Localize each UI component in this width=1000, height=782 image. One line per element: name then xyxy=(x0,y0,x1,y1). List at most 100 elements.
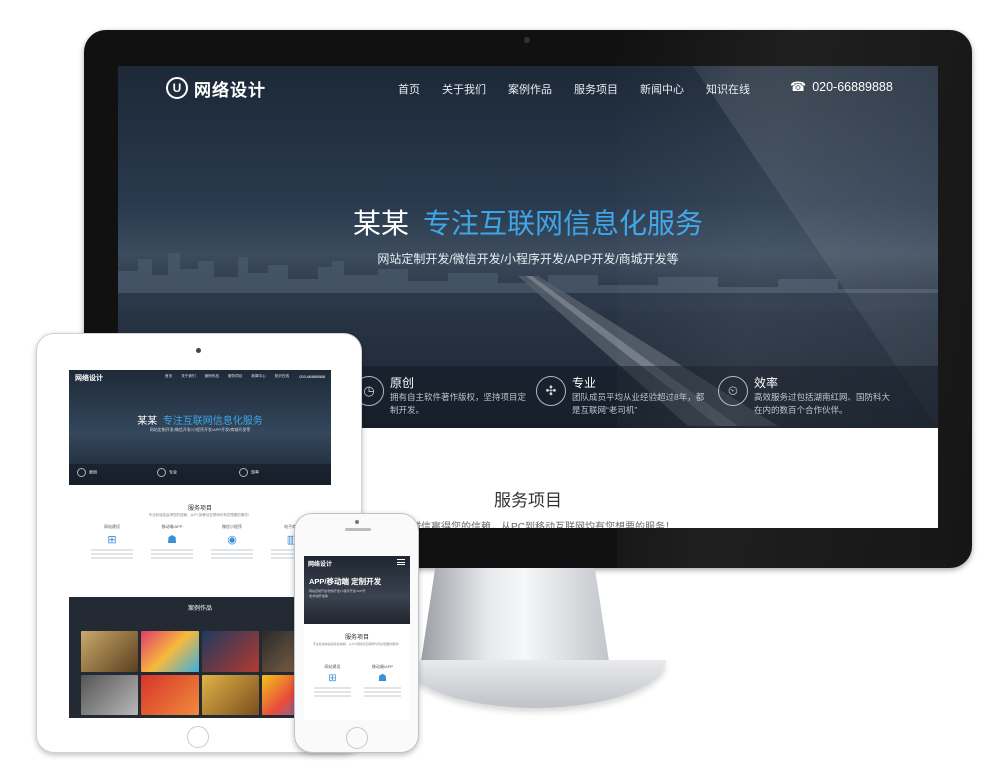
tablet-service-label: 移动端/APP xyxy=(161,524,183,529)
tablet-service-app[interactable]: 移动端/APP ☗ xyxy=(147,524,197,561)
tablet-feature-title: 效率 xyxy=(251,469,259,475)
tablet-hero: 网络设计 首页 关于我们 案例作品 服务项目 新闻中心 知识在线 020-668… xyxy=(69,370,331,485)
windows-icon: ⊞ xyxy=(328,673,337,684)
phone-camera xyxy=(355,520,359,524)
text-line xyxy=(151,549,193,551)
case-thumbnail[interactable] xyxy=(141,674,199,715)
hero-brand: 某某 xyxy=(352,208,409,239)
phone-services-subtitle: 专业和诚信赢得您的信赖，从PC到移动互联网均有您想要的服务！ xyxy=(312,642,402,646)
nav-item-knowledge[interactable]: 知识在线 xyxy=(706,81,750,97)
feature-desc: 团队成员平均从业经验超过8年，都是互联网“老司机” xyxy=(572,392,705,415)
tablet-services-row: 网站建设 ⊞ 移动端/APP ☗ 微信小程序 ◉ 电子商务 ▥ xyxy=(79,524,329,594)
tablet-nav-item[interactable]: 新闻中心 xyxy=(251,374,265,379)
feature-title: 专业 xyxy=(572,376,597,390)
tablet-hero-subtitle: 网站定制开发/微信开发/小程序开发/APP开发/商城开发等 xyxy=(149,427,251,432)
tablet-camera xyxy=(196,348,201,353)
nav-item-about[interactable]: 关于我们 xyxy=(442,81,486,97)
nav-item-services[interactable]: 服务项目 xyxy=(574,81,618,97)
tablet-hero-brand: 某某 xyxy=(137,416,158,427)
tablet-case-grid xyxy=(81,631,319,715)
tablet-home-button[interactable] xyxy=(187,726,209,748)
phone-service-app[interactable]: 移动端/APP ☗ xyxy=(360,664,405,699)
text-line xyxy=(91,553,133,555)
monitor-camera xyxy=(524,37,530,43)
phone-contact[interactable]: ☎ 020-66889888 xyxy=(790,79,893,95)
tablet-feature: 效率 xyxy=(239,468,259,477)
tablet-screen: 网络设计 首页 关于我们 案例作品 服务项目 新闻中心 知识在线 020-668… xyxy=(69,370,331,718)
nav-menu: 首页 关于我们 案例作品 服务项目 新闻中心 知识在线 xyxy=(398,81,772,97)
phone-number: 020-66889888 xyxy=(812,80,893,94)
tablet-feature-title: 原创 xyxy=(89,469,97,475)
tablet-nav-item[interactable]: 首页 xyxy=(165,374,172,379)
tablet-hero-slogan: 专注互联网信息化服务 xyxy=(162,416,263,427)
monitor-stand-neck xyxy=(420,568,610,668)
text-line xyxy=(314,687,351,689)
site-logo[interactable]: U 网络设计 xyxy=(166,76,266,100)
tablet-service-web[interactable]: 网站建设 ⊞ xyxy=(87,524,137,561)
tablet-services-title: 服务项目 xyxy=(187,506,212,512)
tablet-logo[interactable]: 网络设计 xyxy=(75,373,103,383)
feature-title: 效率 xyxy=(754,376,779,390)
hero-title: 某某 专注互联网信息化服务 xyxy=(118,202,938,242)
case-thumbnail[interactable] xyxy=(201,631,259,672)
tablet-phone[interactable]: 020-66889888 xyxy=(299,374,325,379)
tablet-service-label: 网站建设 xyxy=(104,524,120,529)
phone-device: 网络设计 APP/移动端 定制开发 网站定制开发/微信开发/小程序开发/APP开… xyxy=(294,513,419,753)
hamburger-menu-icon[interactable] xyxy=(397,559,405,565)
text-line xyxy=(211,549,253,551)
text-line xyxy=(211,553,253,555)
top-nav: U 网络设计 首页 关于我们 案例作品 服务项目 新闻中心 知识在线 ☎ 020… xyxy=(118,66,938,110)
text-line xyxy=(364,687,401,689)
tablet-service-label: 微信小程序 xyxy=(222,524,242,529)
phone-logo[interactable]: 网络设计 xyxy=(308,559,332,568)
text-line xyxy=(151,553,193,555)
nav-item-cases[interactable]: 案例作品 xyxy=(508,81,552,97)
tablet-menu: 首页 关于我们 案例作品 服务项目 新闻中心 知识在线 xyxy=(165,374,298,379)
tablet-cases-section: 案例作品 xyxy=(69,597,331,718)
feature-desc: 高效服务过包括湖南红网、国防科大在内的数百个合作伙伴。 xyxy=(754,392,891,415)
tablet-service-miniapp[interactable]: 微信小程序 ◉ xyxy=(207,524,257,561)
wechat-icon: ◉ xyxy=(227,534,237,546)
case-thumbnail[interactable] xyxy=(141,631,199,672)
hero-subtitle: 网站定制开发/微信开发/小程序开发/APP开发/商城开发等 xyxy=(377,252,679,266)
case-thumbnail[interactable] xyxy=(81,674,139,715)
tablet-cases-title: 案例作品 xyxy=(187,606,212,612)
monitor-stand-base xyxy=(404,660,666,708)
text-line xyxy=(364,695,401,697)
nav-item-news[interactable]: 新闻中心 xyxy=(640,81,684,97)
tablet-nav-item[interactable]: 服务项目 xyxy=(228,374,242,379)
android-icon: ☗ xyxy=(167,534,177,546)
responsive-mockup: U 网络设计 首页 关于我们 案例作品 服务项目 新闻中心 知识在线 ☎ 020… xyxy=(0,0,1000,782)
tablet-nav-item[interactable]: 案例作品 xyxy=(205,374,219,379)
phone-hero-title: APP/移动端 定制开发 xyxy=(309,577,382,586)
phone-home-button[interactable] xyxy=(346,727,368,749)
android-icon: ☗ xyxy=(378,673,387,684)
phone-services-title: 服务项目 xyxy=(344,635,369,641)
tablet-feature-title: 专业 xyxy=(169,469,177,475)
windows-icon: ⊞ xyxy=(107,534,117,546)
feature-title: 原创 xyxy=(390,376,415,390)
text-line xyxy=(91,549,133,551)
phone-service-label: 网站建设 xyxy=(324,664,341,669)
tablet-nav: 网络设计 首页 关于我们 案例作品 服务项目 新闻中心 知识在线 020-668… xyxy=(75,373,325,383)
clock-icon xyxy=(77,468,86,477)
logo-mark-icon: U xyxy=(166,77,188,99)
phone-hero: 网络设计 APP/移动端 定制开发 网站定制开发/微信开发/小程序开发/APP开… xyxy=(304,556,410,624)
nav-item-home[interactable]: 首页 xyxy=(398,81,420,97)
text-line xyxy=(211,557,253,559)
phone-service-label: 移动端/APP xyxy=(371,664,394,669)
phone-screen: 网络设计 APP/移动端 定制开发 网站定制开发/微信开发/小程序开发/APP开… xyxy=(304,556,410,720)
tablet-feature: 专业 xyxy=(157,468,177,477)
text-line xyxy=(91,557,133,559)
tablet-nav-item[interactable]: 知识在线 xyxy=(275,374,289,379)
case-thumbnail[interactable] xyxy=(81,631,139,672)
hero-slogan: 专注互联网信息化服务 xyxy=(423,208,704,239)
tablet-nav-item[interactable]: 关于我们 xyxy=(181,374,195,379)
text-line xyxy=(151,557,193,559)
phone-service-web[interactable]: 网站建设 ⊞ xyxy=(310,664,355,699)
tablet-features: 原创 专业 效率 xyxy=(69,464,331,485)
text-line xyxy=(314,691,351,693)
case-thumbnail[interactable] xyxy=(201,674,259,715)
text-line xyxy=(364,691,401,693)
tablet-feature: 原创 xyxy=(77,468,97,477)
